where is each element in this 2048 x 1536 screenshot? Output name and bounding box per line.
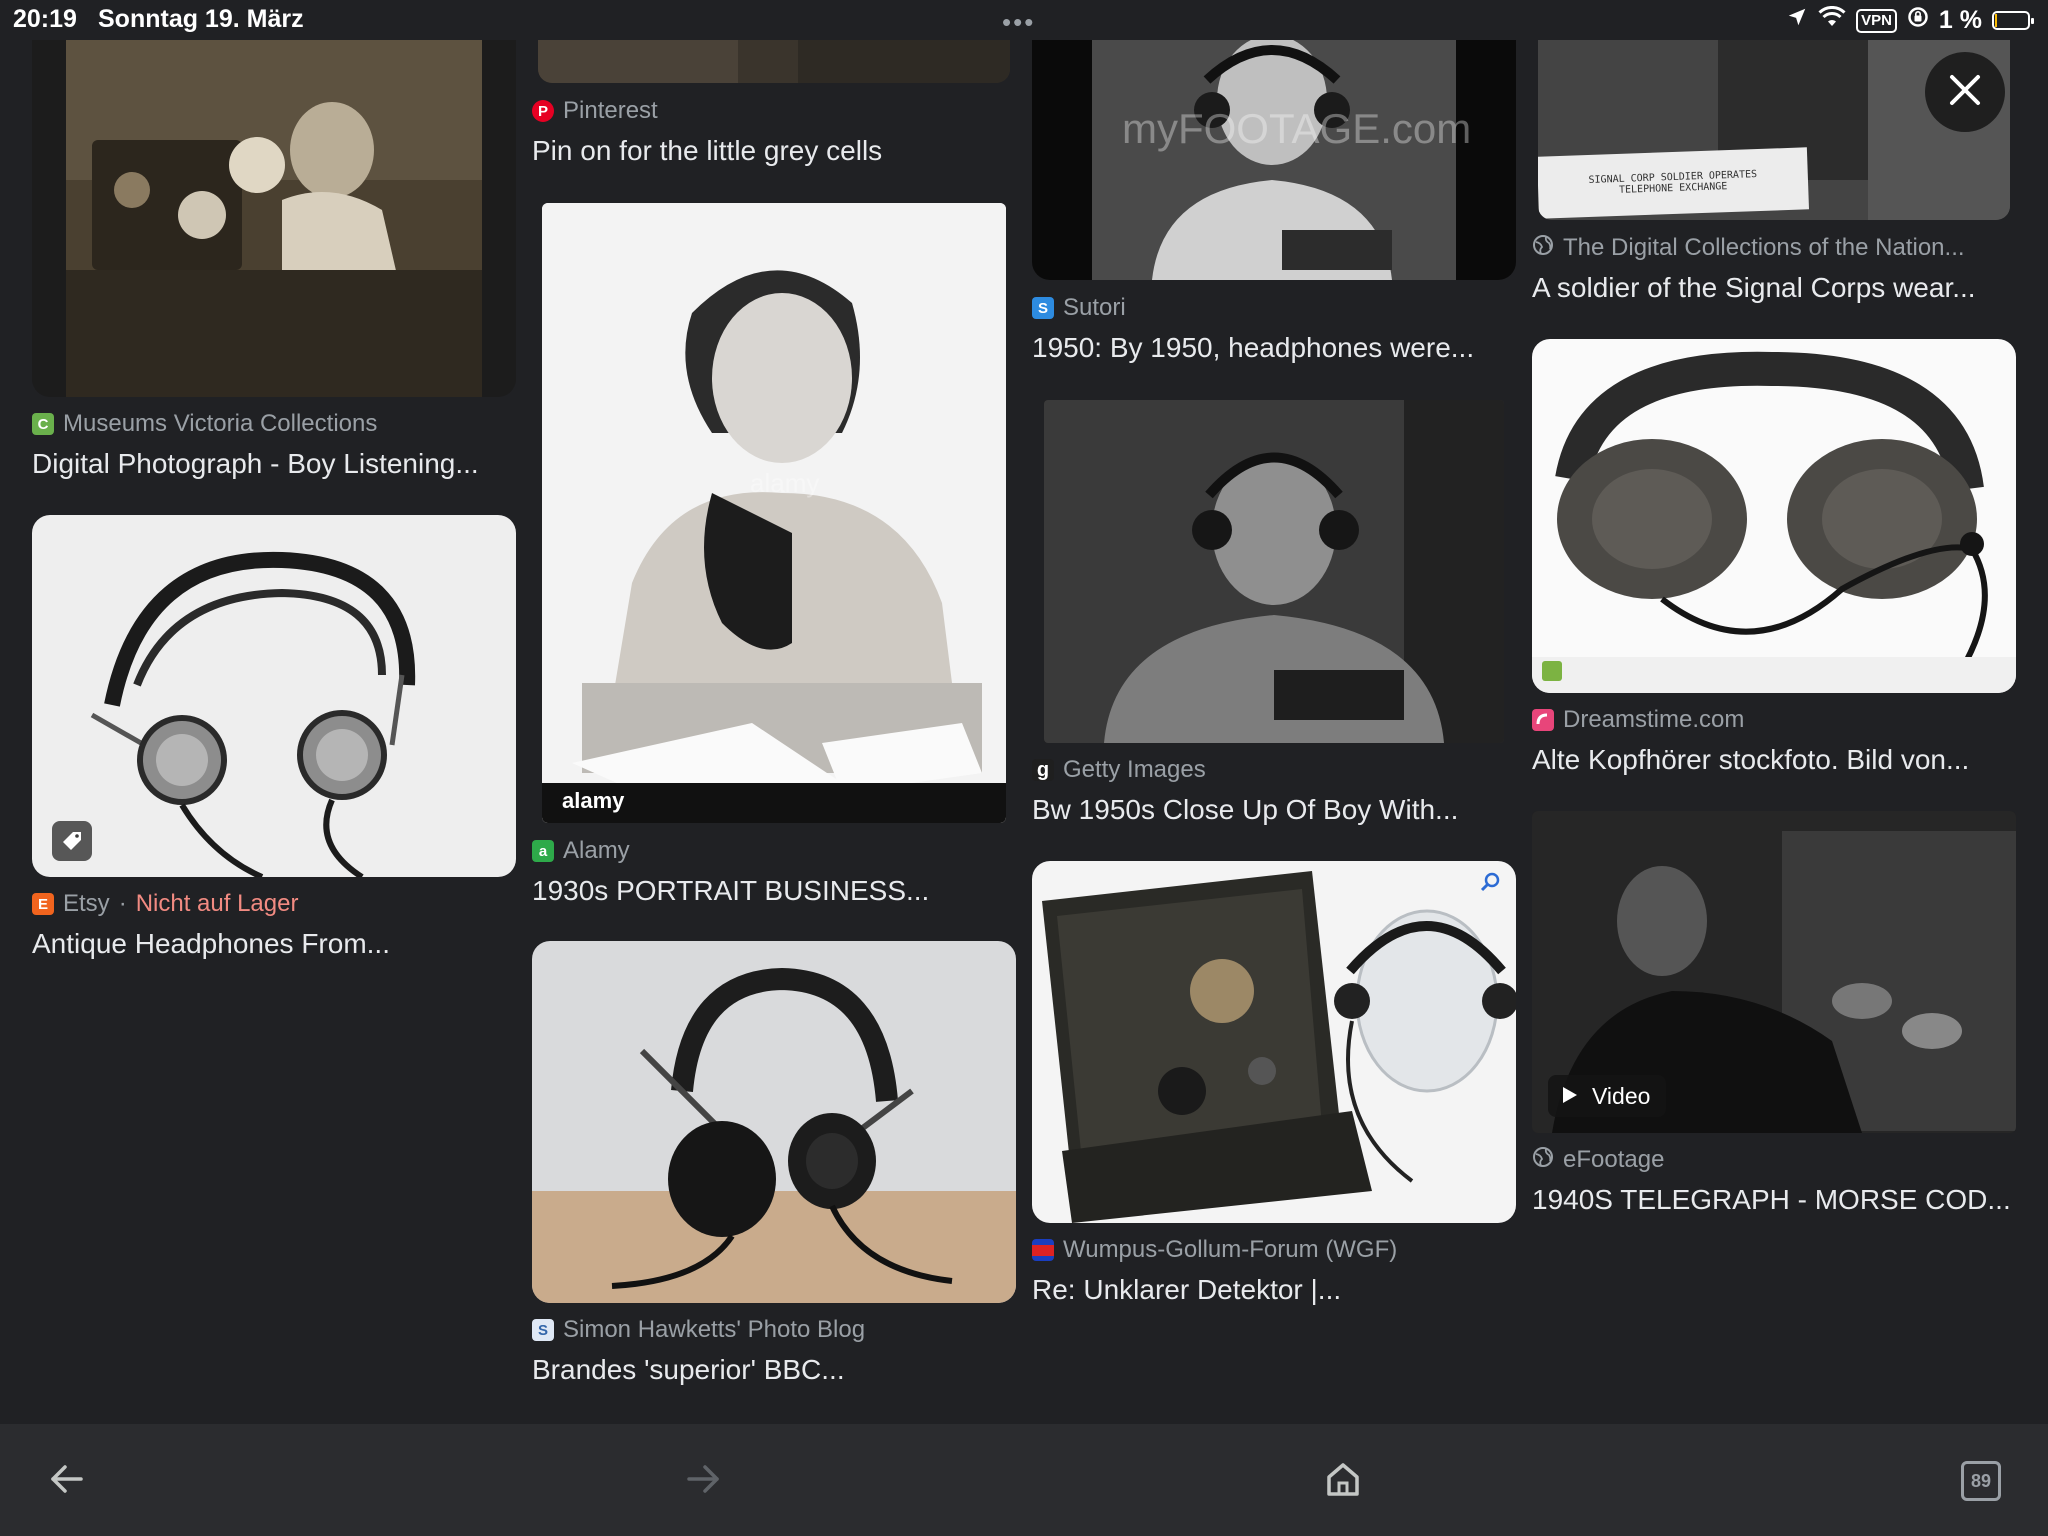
- source-name: Pinterest: [563, 97, 658, 124]
- result-title[interactable]: Antique Headphones From...: [32, 928, 516, 960]
- caption-line-2: TELEPHONE EXCHANGE: [1618, 181, 1728, 196]
- result-thumbnail[interactable]: Video: [1532, 811, 2016, 1133]
- result-source[interactable]: S Sutori: [1032, 293, 1126, 323]
- video-label: Video: [1592, 1082, 1651, 1109]
- source-name: Simon Hawketts' Photo Blog: [563, 1316, 866, 1343]
- source-name: Wumpus-Gollum-Forum (WGF): [1063, 1236, 1398, 1263]
- separator: ·: [118, 890, 127, 917]
- multitasking-dots[interactable]: •••: [1002, 9, 1035, 35]
- result-source[interactable]: The Digital Collections of the Nation...: [1532, 233, 1965, 263]
- tabs-icon: 89: [1961, 1461, 2001, 1501]
- tabs-button[interactable]: 89: [1946, 1446, 2016, 1516]
- lock-rotation-icon: [1907, 6, 1929, 35]
- result-title[interactable]: Pin on for the little grey cells: [532, 135, 1016, 167]
- status-date: Sonntag 19. März: [98, 5, 304, 33]
- back-button[interactable]: [32, 1446, 102, 1516]
- forward-arrow-icon: [685, 1461, 721, 1502]
- result-title[interactable]: Digital Photograph - Boy Listening...: [32, 448, 516, 480]
- source-name: Sutori: [1063, 294, 1126, 321]
- source-name: Museums Victoria Collections: [63, 410, 378, 437]
- location-icon: [1786, 6, 1808, 35]
- browser-bottom-toolbar: 89: [0, 1424, 2048, 1536]
- play-icon: [1562, 1083, 1578, 1110]
- video-badge: Video: [1548, 1075, 1667, 1117]
- simon-hawketts-favicon: S: [532, 1319, 554, 1341]
- result-source[interactable]: S Simon Hawketts' Photo Blog: [532, 1315, 865, 1345]
- result-thumbnail[interactable]: [32, 515, 516, 877]
- alamy-favicon: a: [532, 840, 554, 862]
- pinterest-favicon: P: [532, 100, 554, 122]
- result-title[interactable]: Brandes 'superior' BBC...: [532, 1354, 1016, 1386]
- source-name: Etsy: [63, 890, 110, 917]
- globe-icon: [1532, 1146, 1554, 1175]
- home-button[interactable]: [1308, 1446, 1378, 1516]
- result-thumbnail[interactable]: [538, 40, 1010, 83]
- source-name: Getty Images: [1063, 756, 1206, 783]
- result-title[interactable]: Bw 1950s Close Up Of Boy With...: [1032, 794, 1516, 826]
- result-source[interactable]: E Etsy · Nicht auf Lager: [32, 889, 298, 919]
- result-source[interactable]: P Pinterest: [532, 96, 658, 126]
- home-icon: [1324, 1460, 1362, 1503]
- source-name: The Digital Collections of the Nation...: [1563, 234, 1965, 261]
- museums-victoria-favicon: C: [32, 413, 54, 435]
- result-title[interactable]: A soldier of the Signal Corps wear...: [1532, 272, 2016, 304]
- wifi-icon: [1818, 5, 1846, 35]
- wgf-favicon: [1032, 1239, 1054, 1261]
- close-button[interactable]: [1925, 52, 2005, 132]
- back-arrow-icon: [49, 1461, 85, 1502]
- tag-icon: [52, 821, 92, 861]
- source-name: eFootage: [1563, 1146, 1665, 1173]
- zoom-icon: [1480, 871, 1502, 898]
- result-title[interactable]: 1930s PORTRAIT BUSINESS...: [532, 875, 1016, 907]
- watermark: alamy: [750, 468, 820, 498]
- result-source[interactable]: a Alamy: [532, 836, 630, 866]
- result-thumbnail[interactable]: [1532, 339, 2016, 693]
- etsy-favicon: E: [32, 893, 54, 915]
- result-source[interactable]: g Getty Images: [1032, 755, 1206, 785]
- result-source[interactable]: Wumpus-Gollum-Forum (WGF): [1032, 1235, 1397, 1265]
- result-title[interactable]: Re: Unklarer Detektor |...: [1032, 1274, 1516, 1306]
- result-title[interactable]: Alte Kopfhörer stockfoto. Bild von...: [1532, 744, 2016, 776]
- result-thumbnail[interactable]: myFOOTAGE.com: [1032, 40, 1516, 280]
- source-name: Alamy: [563, 837, 630, 864]
- result-source[interactable]: eFootage: [1532, 1145, 1664, 1175]
- dreamstime-favicon: [1532, 709, 1554, 731]
- result-thumbnail[interactable]: alamy alamy: [542, 203, 1006, 823]
- vpn-badge: VPN: [1856, 8, 1897, 33]
- status-time: 20:19: [13, 5, 77, 33]
- stock-status: Nicht auf Lager: [135, 890, 299, 917]
- result-thumbnail[interactable]: [1032, 861, 1516, 1223]
- watermark: myFOOTAGE.com: [1122, 105, 1472, 152]
- source-name: Dreamstime.com: [1563, 706, 1745, 733]
- getty-favicon: g: [1032, 759, 1054, 781]
- status-indicators: VPN 1 %: [1786, 5, 2034, 35]
- sutori-favicon: S: [1032, 297, 1054, 319]
- result-thumbnail[interactable]: [1044, 400, 1504, 743]
- globe-icon: [1532, 234, 1554, 263]
- battery-percent: 1 %: [1938, 6, 1982, 34]
- forward-button[interactable]: [668, 1446, 738, 1516]
- close-icon: [1948, 73, 1982, 112]
- result-thumbnail[interactable]: [532, 941, 1016, 1303]
- result-source[interactable]: Dreamstime.com: [1532, 705, 1744, 735]
- status-bar: 20:19 Sonntag 19. März ••• VPN 1 %: [0, 0, 2048, 40]
- photo-caption-card: SIGNAL CORP SOLDIER OPERATES TELEPHONE E…: [1538, 147, 1809, 219]
- result-title[interactable]: 1940S TELEGRAPH - MORSE COD...: [1532, 1184, 2016, 1216]
- result-source[interactable]: C Museums Victoria Collections: [32, 409, 377, 439]
- result-title[interactable]: 1950: By 1950, headphones were...: [1032, 332, 1516, 364]
- result-thumbnail[interactable]: [32, 40, 516, 397]
- battery-icon: [1992, 11, 2034, 30]
- watermark-logo: alamy: [562, 788, 625, 813]
